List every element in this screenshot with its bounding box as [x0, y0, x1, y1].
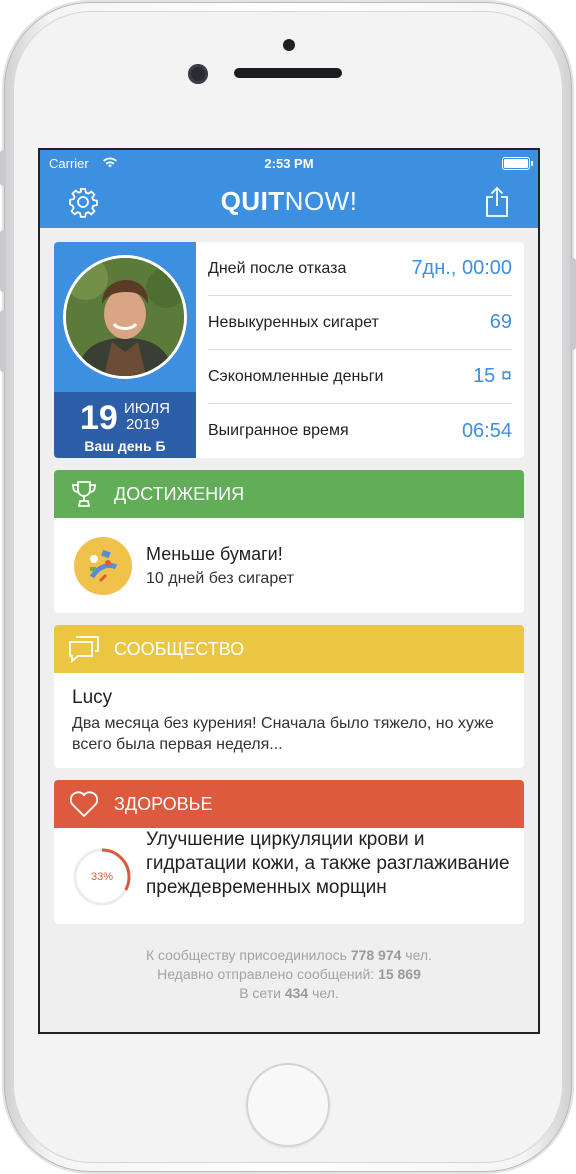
post-text: Два месяца без курения! Сначала было тяж…: [72, 715, 494, 753]
health-header[interactable]: ЗДОРОВЬЕ: [54, 780, 524, 828]
heart-icon: [68, 789, 100, 819]
online-prefix: В сети: [239, 985, 285, 1001]
battery-icon: [502, 157, 533, 170]
stat-label: Дней после отказа: [208, 259, 347, 277]
stat-row-days[interactable]: Дней после отказа 7дн., 00:00: [208, 242, 512, 296]
stats-list: Дней после отказа 7дн., 00:00 Невыкуренн…: [196, 242, 524, 458]
stat-row-money[interactable]: Сэкономленные деньги 15 ¤: [208, 350, 512, 404]
members-line: К сообществу присоединилось 778 974 чел.: [54, 946, 524, 965]
share-icon[interactable]: [484, 186, 510, 218]
stat-row-time[interactable]: Выигранное время 06:54: [208, 404, 512, 458]
achievement-item[interactable]: Меньше бумаги! 10 дней без сигарет: [54, 518, 524, 613]
stat-value: 7дн., 00:00: [411, 257, 512, 279]
stat-row-cigarettes[interactable]: Невыкуренных сигарет 69: [208, 296, 512, 350]
home-button[interactable]: [246, 1063, 330, 1147]
main-content: 19 ИЮЛЯ 2019 Ваш день Б Дней после отказ…: [40, 228, 538, 1003]
post-author: Lucy: [72, 687, 113, 708]
achievements-title: ДОСТИЖЕНИЯ: [114, 483, 245, 504]
stat-label: Выигранное время: [208, 422, 349, 439]
achievements-header[interactable]: ДОСТИЖЕНИЯ: [54, 470, 524, 518]
online-suffix: чел.: [308, 985, 339, 1001]
date-year: 2019: [126, 416, 160, 433]
health-item[interactable]: 33% Улучшение циркуляции крови и гидрата…: [54, 828, 524, 924]
status-bar: Carrier 2:53 PM: [40, 150, 538, 178]
stat-label: Сэкономленные деньги: [208, 367, 384, 385]
volume-up-button: [0, 230, 6, 292]
members-prefix: К сообществу присоединилось: [145, 947, 351, 963]
health-title: ЗДОРОВЬЕ: [114, 793, 213, 814]
members-count: 778 974: [350, 947, 402, 963]
status-time: 2:53 PM: [264, 156, 314, 171]
achievement-badge-icon: [74, 537, 132, 595]
community-card[interactable]: СООБЩЕСТВО Lucy Два месяца без курения! …: [54, 625, 524, 768]
online-line: В сети 434 чел.: [54, 984, 524, 1003]
stat-value: 69: [489, 311, 512, 333]
trophy-icon: [68, 479, 100, 509]
app-logo: QUITNOW!: [40, 186, 538, 217]
brand-bold: QUIT: [220, 186, 285, 216]
achievements-card[interactable]: ДОСТИЖЕНИЯ Меньше бумаги! 10 дней без си…: [54, 470, 524, 613]
messages-count: 15 869: [378, 966, 421, 982]
stat-label: Невыкуренных сигарет: [208, 313, 379, 331]
members-suffix: чел.: [401, 947, 432, 963]
online-count: 434: [284, 985, 309, 1001]
profile-card[interactable]: 19 ИЮЛЯ 2019 Ваш день Б Дней после отказ…: [54, 242, 524, 458]
chat-bubbles-icon: [68, 634, 100, 664]
app-screen: Carrier 2:53 PM QUITNOW! 19 ИЮЛЯ 2019 Ва…: [38, 148, 540, 1034]
health-card[interactable]: ЗДОРОВЬЕ 33% Улучшение циркуляции крови …: [54, 780, 524, 924]
proximity-sensor: [283, 39, 295, 51]
mute-switch: [0, 150, 6, 186]
community-post[interactable]: Lucy Два месяца без курения! Сначала был…: [54, 673, 524, 768]
achievement-title: Меньше бумаги!: [146, 544, 283, 564]
power-button: [570, 258, 576, 350]
avatar[interactable]: [63, 255, 187, 379]
brand-light: NOW!: [284, 186, 358, 216]
profile-photo-panel: 19 ИЮЛЯ 2019 Ваш день Б: [54, 242, 196, 458]
date-caption: Ваш день Б: [84, 438, 166, 454]
community-header[interactable]: СООБЩЕСТВО: [54, 625, 524, 673]
stat-value: 15 ¤: [473, 365, 512, 387]
date-day: 19: [80, 399, 118, 437]
avatar-photo: [66, 258, 184, 376]
quit-date: 19 ИЮЛЯ 2019 Ваш день Б: [54, 392, 196, 458]
volume-down-button: [0, 310, 6, 372]
nav-bar: QUITNOW!: [40, 178, 538, 228]
progress-label: 33%: [90, 871, 114, 883]
messages-line: Недавно отправлено сообщений: 15 869: [54, 965, 524, 984]
front-camera: [188, 64, 208, 84]
achievement-subtitle: 10 дней без сигарет: [146, 570, 294, 587]
date-month: ИЮЛЯ: [124, 400, 170, 417]
community-title: СООБЩЕСТВО: [114, 638, 245, 659]
community-stats: К сообществу присоединилось 778 974 чел.…: [54, 946, 524, 1003]
stat-value: 06:54: [461, 419, 512, 442]
earpiece-speaker: [234, 68, 342, 78]
health-benefit-text: Улучшение циркуляции крови и гидратации …: [146, 829, 510, 898]
messages-prefix: Недавно отправлено сообщений:: [157, 966, 379, 982]
